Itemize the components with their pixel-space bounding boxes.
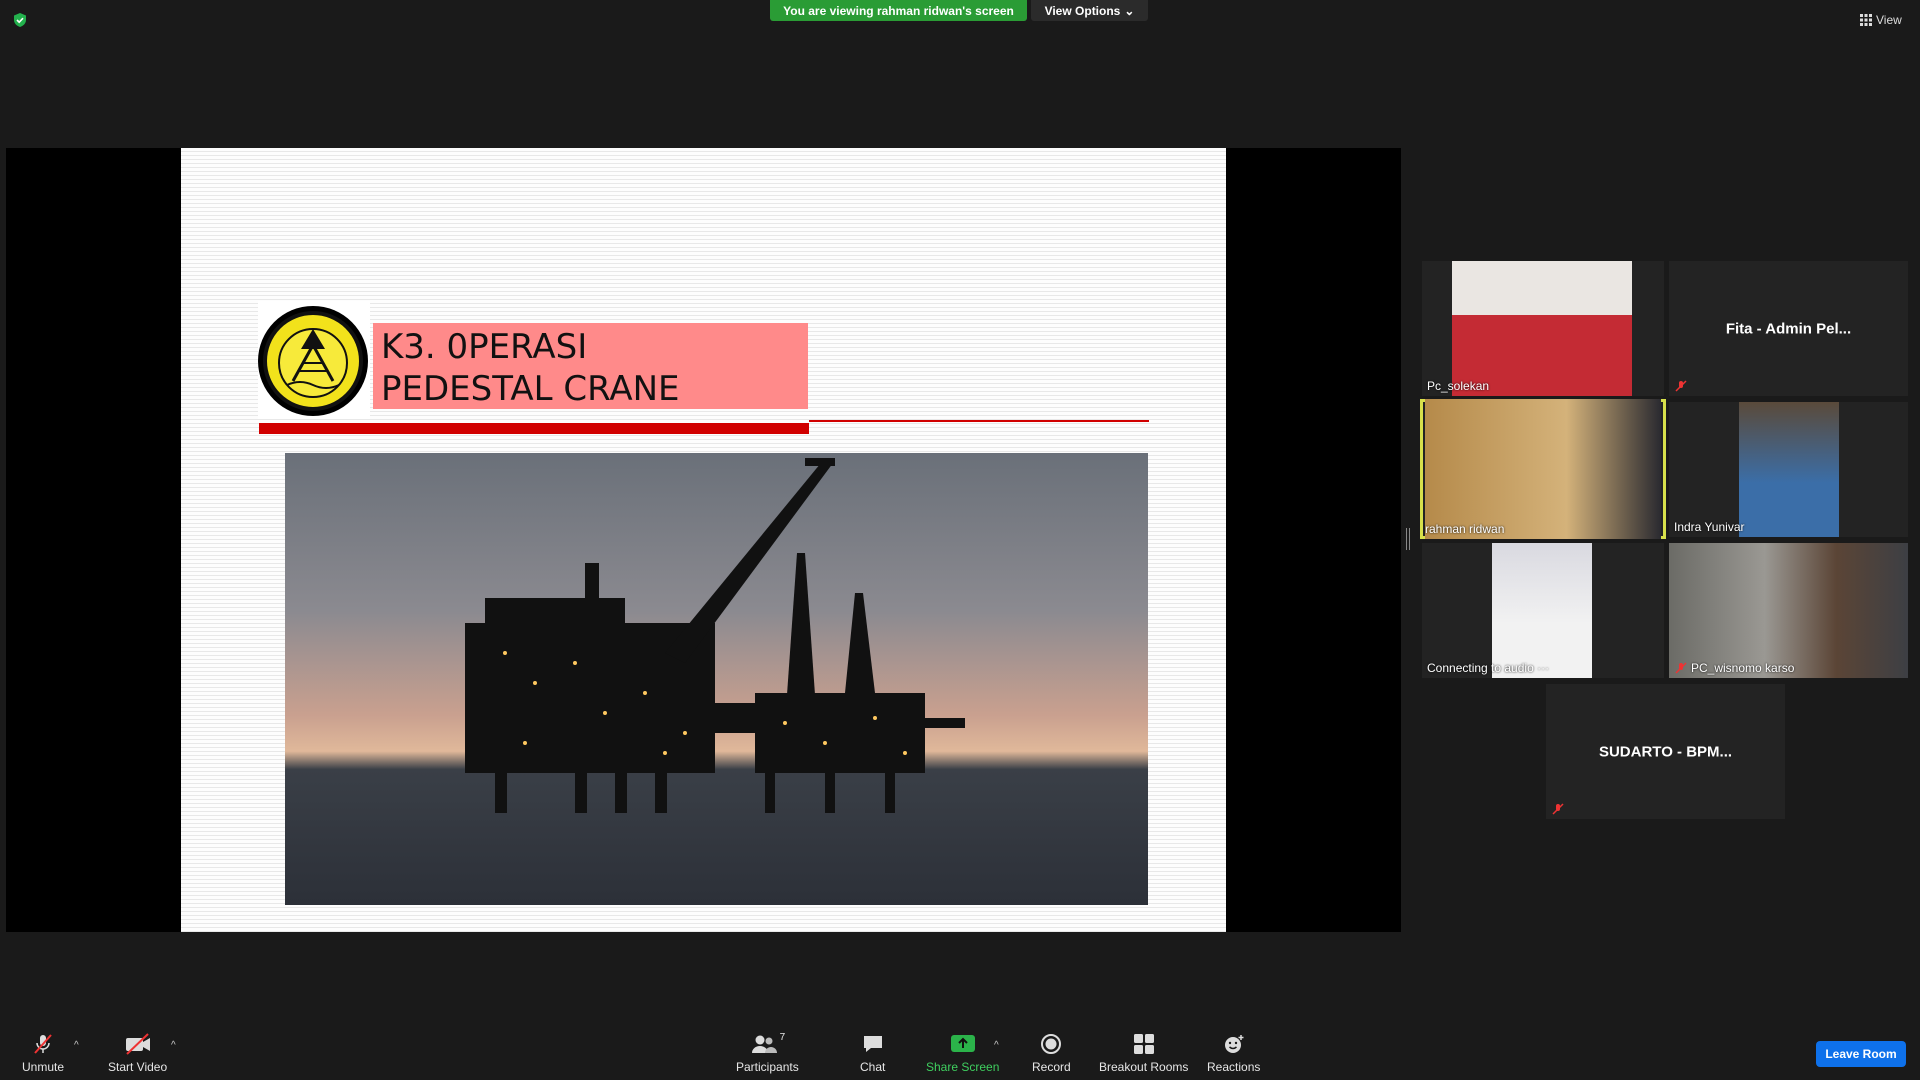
participants-count: 7 xyxy=(779,1032,786,1043)
record-label: Record xyxy=(1032,1060,1071,1074)
participant-name: Indra Yunivar xyxy=(1674,520,1745,534)
participant-video xyxy=(1492,543,1592,678)
audio-options-caret-icon[interactable]: ^ xyxy=(74,1040,79,1051)
participant-name: SUDARTO - BPM... xyxy=(1598,743,1733,760)
participant-name: PC_wisnomo karso xyxy=(1691,661,1795,675)
chat-button[interactable]: Chat xyxy=(860,1032,885,1074)
participant-video xyxy=(1425,399,1661,539)
view-button[interactable]: View xyxy=(1860,10,1902,30)
view-label: View xyxy=(1876,13,1902,27)
participants-label: Participants xyxy=(736,1060,799,1074)
share-screen-label: Share Screen xyxy=(926,1060,1000,1074)
participant-tile[interactable]: Indra Yunivar xyxy=(1669,402,1908,537)
participant-tile[interactable]: PC_wisnomo karso xyxy=(1669,543,1908,678)
participant-video xyxy=(1669,543,1908,678)
slide-divider-line xyxy=(809,420,1149,422)
reactions-button[interactable]: Reactions xyxy=(1207,1032,1260,1074)
participant-video xyxy=(1739,402,1839,537)
video-off-icon xyxy=(124,1032,152,1056)
mic-muted-icon xyxy=(31,1032,55,1056)
slide-title-line1: K3. 0PERASI xyxy=(381,327,588,367)
slide-divider-bar xyxy=(259,423,809,434)
view-options-button[interactable]: View Options ⌄ xyxy=(1031,0,1148,21)
smiley-icon xyxy=(1222,1032,1246,1056)
chevron-down-icon: ⌄ xyxy=(1124,3,1135,18)
participant-video xyxy=(1452,261,1632,396)
mic-muted-icon xyxy=(1552,803,1564,815)
breakout-rooms-button[interactable]: Breakout Rooms xyxy=(1099,1032,1188,1074)
participant-name: rahman ridwan xyxy=(1425,522,1505,536)
participants-icon xyxy=(751,1035,777,1053)
unmute-label: Unmute xyxy=(22,1060,65,1074)
offshore-platform-photo xyxy=(285,453,1148,905)
screen-share-banner: You are viewing rahman ridwan's screen xyxy=(770,0,1027,21)
participant-tile[interactable]: Pc_solekan xyxy=(1422,261,1664,396)
participant-tile[interactable]: SUDARTO - BPM... xyxy=(1546,684,1785,819)
chat-icon xyxy=(861,1032,885,1056)
mic-muted-icon xyxy=(1675,380,1687,392)
presentation-slide: K3. 0PERASI PEDESTAL CRANE xyxy=(181,148,1226,932)
participant-tile[interactable]: Fita - Admin Pel... xyxy=(1669,261,1908,396)
ministry-logo xyxy=(258,306,368,416)
start-video-label: Start Video xyxy=(108,1060,168,1074)
start-video-button[interactable]: Start Video xyxy=(108,1032,167,1074)
leave-room-button[interactable]: Leave Room xyxy=(1816,1041,1906,1067)
participant-name: Pc_solekan xyxy=(1427,379,1490,393)
share-screen-icon xyxy=(950,1032,976,1056)
participant-tile-active-speaker[interactable]: rahman ridwan xyxy=(1420,399,1666,539)
breakout-rooms-label: Breakout Rooms xyxy=(1099,1060,1189,1074)
share-screen-button[interactable]: Share Screen xyxy=(926,1032,999,1074)
participant-name: Fita - Admin Pel... xyxy=(1725,320,1852,337)
breakout-rooms-icon xyxy=(1133,1032,1155,1056)
grid-icon xyxy=(1860,14,1872,26)
view-options-label: View Options xyxy=(1044,3,1121,18)
unmute-button[interactable]: Unmute xyxy=(22,1032,64,1074)
video-options-caret-icon[interactable]: ^ xyxy=(171,1040,176,1051)
slide-title-line2: PEDESTAL CRANE xyxy=(381,369,680,409)
share-options-caret-icon[interactable]: ^ xyxy=(994,1040,999,1051)
mic-muted-icon xyxy=(1675,662,1687,674)
chat-label: Chat xyxy=(860,1060,886,1074)
participants-button[interactable]: 7 Participants xyxy=(736,1032,799,1074)
participant-tile[interactable]: Connecting to audio ··· xyxy=(1422,543,1664,678)
reactions-label: Reactions xyxy=(1207,1060,1261,1074)
participants-icon-wrap: 7 xyxy=(750,1032,786,1056)
gallery-resize-handle[interactable] xyxy=(1406,528,1410,550)
slide-title: K3. 0PERASI PEDESTAL CRANE xyxy=(381,326,811,410)
record-icon xyxy=(1040,1032,1062,1056)
security-shield-icon[interactable] xyxy=(12,12,28,28)
record-button[interactable]: Record xyxy=(1032,1032,1071,1074)
participant-name: Connecting to audio ··· xyxy=(1427,661,1550,675)
